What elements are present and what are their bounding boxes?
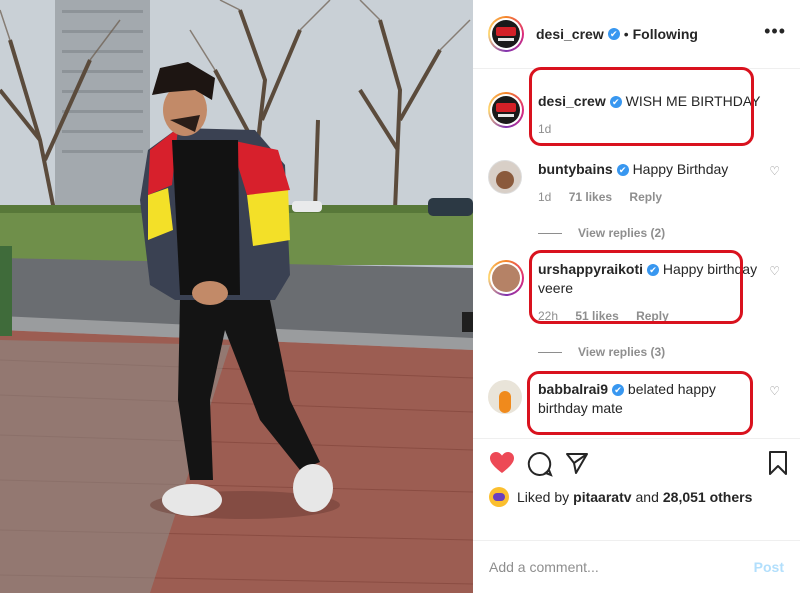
view-replies-button[interactable]: View replies (2) — [538, 226, 665, 240]
caption-avatar[interactable] — [488, 92, 524, 128]
comment-username[interactable]: buntybains — [538, 161, 613, 177]
separator-dot: • — [623, 26, 629, 42]
post-comment-button[interactable]: Post — [754, 559, 784, 575]
comment-bubble-icon[interactable] — [527, 451, 553, 477]
verified-badge-icon: ✔ — [607, 28, 620, 40]
view-replies-button[interactable]: View replies (3) — [538, 345, 665, 359]
desi-crew-logo-icon — [492, 20, 520, 48]
bookmark-save-icon[interactable] — [768, 451, 788, 475]
comment-likes[interactable]: 71 likes — [569, 190, 612, 204]
likes-count[interactable]: 28,051 others — [663, 489, 753, 505]
commenter-avatar[interactable] — [488, 380, 522, 414]
liker-username[interactable]: pitaaratv — [573, 489, 631, 505]
photo-illustration — [0, 0, 473, 593]
add-comment-bar: Add a comment... Post — [473, 540, 800, 593]
likes-prefix: Liked by — [517, 489, 570, 505]
following-button[interactable]: Following — [633, 26, 698, 42]
reply-button[interactable]: Reply — [629, 190, 662, 204]
comment-time[interactable]: 1d — [538, 190, 551, 204]
post-header: desi_crew ✔ • Following ••• — [473, 0, 800, 69]
likes-summary[interactable]: Liked by pitaaratv and 28,051 others — [489, 487, 756, 507]
view-replies-label: View replies (2) — [578, 226, 666, 240]
verified-badge-icon: ✔ — [616, 164, 629, 177]
comment-input[interactable]: Add a comment... — [489, 559, 599, 575]
more-options-icon[interactable]: ••• — [764, 22, 786, 40]
like-comment-icon[interactable]: ♡ — [769, 384, 780, 398]
liker-avatar — [489, 487, 509, 507]
author-username[interactable]: desi_crew — [536, 26, 604, 42]
author-avatar[interactable] — [488, 16, 524, 52]
highlight-outline — [527, 371, 753, 435]
highlight-outline — [529, 67, 754, 146]
like-heart-icon[interactable] — [489, 451, 515, 475]
view-replies-line — [538, 232, 562, 234]
like-comment-icon[interactable]: ♡ — [769, 164, 780, 178]
instagram-post-view: desi_crew ✔ • Following ••• desi_crew ✔ W… — [0, 0, 800, 593]
like-comment-icon[interactable]: ♡ — [769, 264, 780, 278]
commenter-avatar[interactable] — [488, 260, 524, 296]
comment-text: Happy Birthday — [632, 161, 729, 177]
post-side-panel: desi_crew ✔ • Following ••• desi_crew ✔ W… — [473, 0, 800, 593]
post-photo[interactable] — [0, 0, 473, 593]
view-replies-label: View replies (3) — [578, 345, 666, 359]
view-replies-line — [538, 351, 562, 353]
share-send-icon[interactable] — [565, 451, 589, 475]
highlight-outline — [529, 250, 743, 324]
likes-middle: and — [635, 489, 659, 505]
desi-crew-logo-icon — [492, 96, 520, 124]
commenter-avatar[interactable] — [488, 160, 522, 194]
